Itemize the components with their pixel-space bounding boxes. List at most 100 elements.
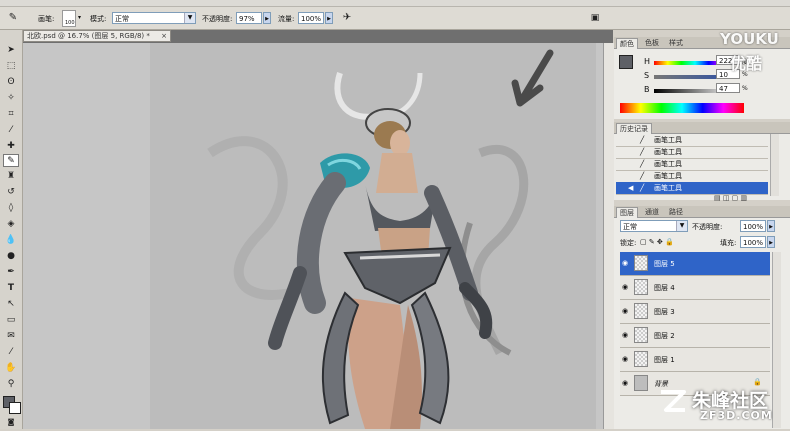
chevron-down-icon[interactable]: ▾ [78, 14, 81, 21]
layer-thumbnail [634, 327, 648, 343]
flow-label: 流量: [278, 15, 295, 23]
flow-slider-button[interactable]: ▶ [325, 12, 333, 24]
layer-thumbnail [634, 375, 648, 391]
tab-styles[interactable]: 样式 [666, 38, 686, 48]
clone-stamp-icon[interactable]: ♜ [3, 170, 19, 183]
layers-scrollbar[interactable] [772, 252, 781, 428]
mode-select[interactable]: 正常 ▼ [112, 12, 196, 24]
layer-opacity-value: 100% [743, 223, 764, 231]
b-label: B [644, 85, 650, 94]
layer-name: 图层 1 [654, 356, 675, 364]
notes-icon[interactable]: ✉ [3, 330, 19, 343]
zf-url-watermark: ZF3D.COM [700, 409, 773, 422]
layer-row[interactable]: ◉ 图层 4 [620, 276, 770, 300]
move-icon[interactable]: ➤ [3, 44, 19, 57]
eraser-icon[interactable]: ◊ [3, 202, 19, 215]
path-select-icon[interactable]: ↖ [3, 298, 19, 311]
flow-value: 100% [301, 15, 322, 23]
history-item-label: 画笔工具 [654, 172, 682, 180]
blur-icon[interactable]: 💧 [3, 234, 19, 247]
marquee-icon[interactable]: ⬚ [3, 60, 19, 73]
tab-history[interactable]: 历史记录 [616, 123, 652, 134]
tab-layers[interactable]: 图层 [616, 207, 638, 218]
layer-thumbnail [634, 255, 648, 271]
artwork [150, 43, 596, 429]
eye-icon[interactable]: ◉ [622, 355, 632, 363]
eyedropper2-icon[interactable]: ⁄ [3, 346, 19, 359]
vertical-scrollbar[interactable] [603, 43, 614, 429]
color-spectrum[interactable] [620, 103, 744, 113]
brush-label: 画笔: [38, 15, 55, 23]
tab-channels[interactable]: 通道 [642, 207, 662, 217]
blend-mode-select[interactable]: 正常 ▼ [620, 220, 688, 232]
menu-bar [0, 0, 790, 7]
youku-watermark-cn: 优酷 [730, 54, 763, 73]
zoom-icon[interactable]: ⚲ [3, 378, 19, 391]
history-item-label: 画笔工具 [654, 148, 682, 156]
history-item-label: 画笔工具 [654, 184, 682, 192]
panel-foreground-swatch[interactable] [619, 55, 633, 69]
healing-icon[interactable]: ✚ [3, 140, 19, 153]
paint-bucket-icon[interactable]: ◈ [3, 218, 19, 231]
fill-value: 100% [743, 239, 764, 247]
toolbox: ➤ ⬚ ʘ ✧ ⌗ ⁄ ✚ ✎ ♜ ↺ ◊ ◈ 💧 ● ✒ T ↖ ▭ ✉ ⁄ … [0, 30, 23, 429]
tab-swatches[interactable]: 色板 [642, 38, 662, 48]
youku-watermark: YOUKU [720, 30, 779, 48]
layer-thumbnail [634, 303, 648, 319]
pen-icon[interactable]: ✒ [3, 266, 19, 279]
eyedropper-icon[interactable]: ⁄ [3, 124, 19, 137]
eye-icon[interactable]: ◉ [622, 307, 632, 315]
background-color-swatch[interactable] [9, 402, 21, 414]
layer-row[interactable]: ◉ 图层 5 [620, 252, 770, 276]
layers-panel-tabs: 图层 通道 路径 [614, 206, 790, 218]
layer-opacity-slider-button[interactable]: ▶ [767, 220, 775, 232]
history-footer-icons[interactable]: ▤ ◫ ▢ ▥ [714, 194, 747, 202]
fill-input[interactable]: 100% [740, 236, 766, 248]
palette-well-icon[interactable]: ▣ [588, 11, 602, 25]
eye-icon[interactable]: ◉ [622, 379, 632, 387]
opacity-input[interactable]: 97% [236, 12, 262, 24]
zf-logo-icon [658, 386, 688, 416]
lasso-icon[interactable]: ʘ [3, 76, 19, 89]
brush-icon: ╱ [640, 148, 645, 156]
layer-row[interactable]: ◉ 图层 1 [620, 348, 770, 372]
layer-thumbnail [634, 351, 648, 367]
b-unit: % [742, 85, 748, 92]
tab-color[interactable]: 颜色 [616, 38, 638, 49]
close-icon[interactable]: × [161, 31, 167, 41]
hand-icon[interactable]: ✋ [3, 362, 19, 375]
history-brush-icon[interactable]: ↺ [3, 186, 19, 199]
opacity-slider-button[interactable]: ▶ [263, 12, 271, 24]
type-icon[interactable]: T [3, 282, 19, 295]
flow-input[interactable]: 100% [298, 12, 324, 24]
crop-icon[interactable]: ⌗ [3, 108, 19, 121]
brush-icon[interactable]: ✎ [3, 154, 19, 167]
shape-icon[interactable]: ▭ [3, 314, 19, 327]
layer-opacity-input[interactable]: 100% [740, 220, 766, 232]
eye-icon[interactable]: ◉ [622, 259, 632, 267]
layer-row[interactable]: ◉ 图层 2 [620, 324, 770, 348]
brush-icon: ╱ [640, 160, 645, 168]
dodge-icon[interactable]: ● [3, 250, 19, 263]
layer-name: 图层 5 [654, 260, 675, 268]
layer-row[interactable]: ◉ 图层 3 [620, 300, 770, 324]
layer-name: 图层 3 [654, 308, 675, 316]
history-scrollbar[interactable] [770, 134, 779, 196]
airbrush-icon[interactable]: ✈ [340, 11, 354, 25]
brush-icon: ╱ [640, 136, 645, 144]
document-tab[interactable]: 北欧.psd @ 16.7% (图层 5, RGB/8) * × [23, 30, 171, 42]
brush-preset-picker[interactable]: 100 [62, 10, 76, 27]
tab-paths[interactable]: 路径 [666, 207, 686, 217]
brush-tool-preset-icon[interactable]: ✎ [6, 11, 20, 25]
history-panel-tabs: 历史记录 [614, 122, 790, 134]
quick-mask-icon[interactable]: ◙ [3, 416, 19, 429]
eye-icon[interactable]: ◉ [622, 283, 632, 291]
fill-slider-button[interactable]: ▶ [767, 236, 775, 248]
lock-icons[interactable]: ▢ ✎ ✥ 🔒 [640, 238, 674, 246]
mode-label: 模式: [90, 15, 107, 23]
b-value[interactable]: 47 [716, 83, 740, 93]
eye-icon[interactable]: ◉ [622, 331, 632, 339]
magic-wand-icon[interactable]: ✧ [3, 92, 19, 105]
options-bar: ✎ 画笔: 100 ▾ 模式: 正常 ▼ 不透明度: 97% ▶ 流量: 100… [0, 7, 790, 30]
document-canvas[interactable] [150, 43, 596, 429]
